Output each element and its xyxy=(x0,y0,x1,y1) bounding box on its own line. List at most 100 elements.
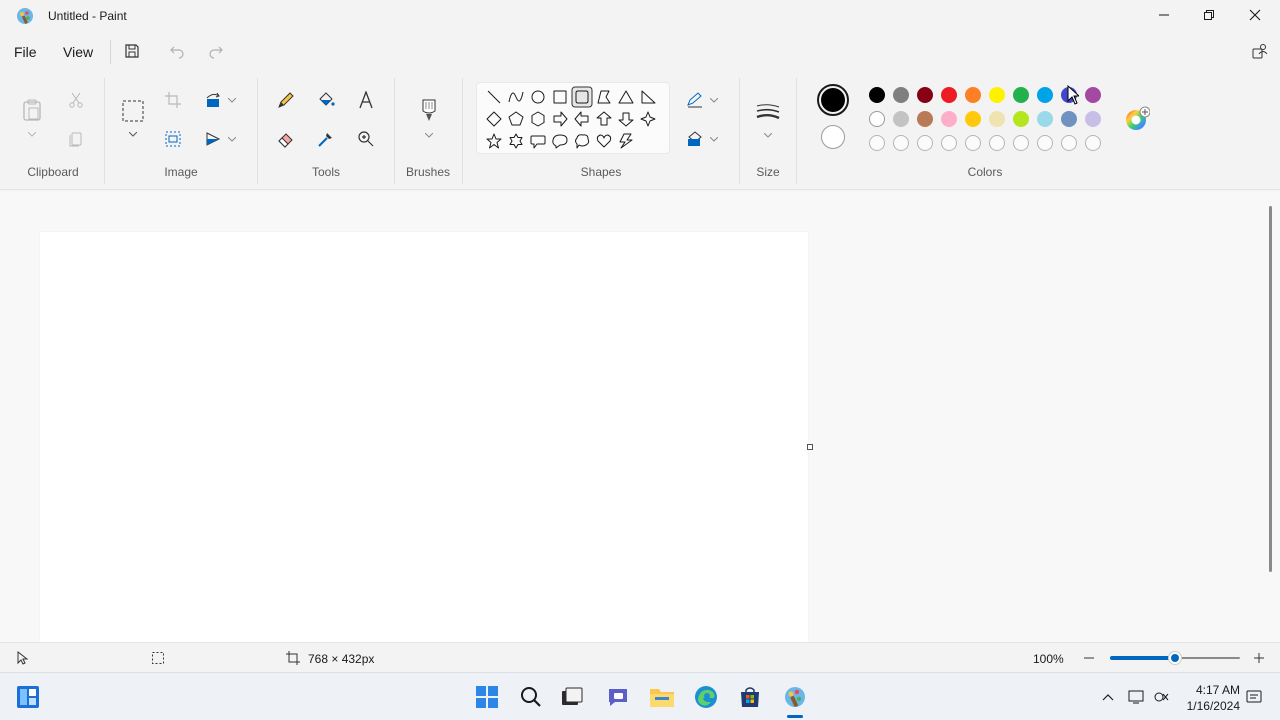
shape-oval-callout-icon[interactable] xyxy=(552,134,568,149)
custom-color-slot[interactable] xyxy=(989,135,1005,151)
text-icon[interactable] xyxy=(355,89,377,111)
size-lines-icon[interactable] xyxy=(754,100,782,124)
color-swatch[interactable] xyxy=(989,111,1005,127)
pencil-icon[interactable] xyxy=(275,89,297,111)
redo-icon[interactable] xyxy=(206,41,226,61)
shape-up-arrow-icon[interactable] xyxy=(596,111,612,126)
flip-icon[interactable] xyxy=(203,129,223,149)
zoom-slider-thumb[interactable] xyxy=(1169,652,1181,664)
search-icon[interactable] xyxy=(517,683,545,711)
select-icon[interactable] xyxy=(120,98,146,124)
rotate-dropdown-chevron-icon[interactable] xyxy=(226,94,238,106)
shape-curve-icon[interactable] xyxy=(508,91,524,103)
close-button[interactable] xyxy=(1232,0,1278,32)
color-picker-icon[interactable] xyxy=(315,128,337,150)
crop-icon[interactable] xyxy=(163,90,183,110)
paste-dropdown-chevron-icon[interactable] xyxy=(24,128,40,140)
shape-polygon-icon[interactable] xyxy=(597,90,611,104)
shape-oval-icon[interactable] xyxy=(531,90,545,104)
account-icon[interactable] xyxy=(1250,41,1270,61)
custom-color-slot[interactable] xyxy=(917,135,933,151)
color-swatch[interactable] xyxy=(941,87,957,103)
secondary-color-swatch[interactable] xyxy=(821,125,845,149)
save-icon[interactable] xyxy=(122,41,142,61)
shape-rounded-callout-icon[interactable] xyxy=(530,135,546,149)
start-icon[interactable] xyxy=(473,683,501,711)
magnifier-icon[interactable] xyxy=(355,128,377,150)
zoom-slider[interactable] xyxy=(1110,652,1240,664)
color-swatch[interactable] xyxy=(1037,87,1053,103)
color-swatch[interactable] xyxy=(1085,87,1101,103)
fill-dropdown-chevron-icon[interactable] xyxy=(708,133,720,145)
shape-line-icon[interactable] xyxy=(487,90,501,104)
shape-left-arrow-icon[interactable] xyxy=(574,111,589,127)
outline-dropdown-chevron-icon[interactable] xyxy=(708,94,720,106)
color-swatch[interactable] xyxy=(989,87,1005,103)
color-swatch[interactable] xyxy=(917,87,933,103)
shape-rectangle-icon[interactable] xyxy=(553,90,567,104)
canvas-resize-handle[interactable] xyxy=(807,444,813,450)
color-swatch[interactable] xyxy=(869,111,885,127)
resize-icon[interactable] xyxy=(163,129,183,149)
color-swatch[interactable] xyxy=(1013,111,1029,127)
flip-dropdown-chevron-icon[interactable] xyxy=(226,133,238,145)
fill-icon[interactable] xyxy=(684,129,706,149)
zoom-out-icon[interactable] xyxy=(1081,650,1097,666)
color-swatch[interactable] xyxy=(893,111,909,127)
widgets-icon[interactable] xyxy=(14,683,42,711)
zoom-in-icon[interactable] xyxy=(1251,650,1267,666)
cut-icon[interactable] xyxy=(66,90,86,110)
color-swatch[interactable] xyxy=(965,111,981,127)
view-menu[interactable]: View xyxy=(63,44,93,60)
shape-hexagon-icon[interactable] xyxy=(531,111,545,127)
network-volume-icon[interactable] xyxy=(1150,683,1174,711)
paste-icon[interactable] xyxy=(20,96,44,124)
outline-icon[interactable] xyxy=(684,90,706,110)
copy-icon[interactable] xyxy=(66,129,86,149)
shape-right-triangle-icon[interactable] xyxy=(641,90,656,104)
drawing-canvas[interactable] xyxy=(40,232,808,642)
shape-heart-icon[interactable] xyxy=(596,134,612,148)
custom-color-slot[interactable] xyxy=(893,135,909,151)
vertical-scrollbar[interactable] xyxy=(1269,206,1272,572)
shape-right-arrow-icon[interactable] xyxy=(553,111,568,127)
zoom-level-text[interactable]: 100% xyxy=(1033,652,1064,666)
shape-rounded-rectangle-icon[interactable] xyxy=(571,86,593,108)
shape-five-point-star-icon[interactable] xyxy=(486,133,502,149)
shape-diamond-icon[interactable] xyxy=(486,111,502,127)
color-swatch[interactable] xyxy=(869,87,885,103)
custom-color-slot[interactable] xyxy=(965,135,981,151)
chevron-up-icon[interactable] xyxy=(1096,683,1120,711)
shape-cloud-callout-icon[interactable] xyxy=(575,134,590,149)
color-swatch[interactable] xyxy=(1061,111,1077,127)
task-view-icon[interactable] xyxy=(558,683,586,711)
teams-chat-icon[interactable] xyxy=(604,683,632,711)
custom-color-slot[interactable] xyxy=(1037,135,1053,151)
shape-triangle-icon[interactable] xyxy=(618,90,634,104)
color-swatch[interactable] xyxy=(1013,87,1029,103)
custom-color-slot[interactable] xyxy=(1013,135,1029,151)
shape-lightning-icon[interactable] xyxy=(619,133,633,149)
file-menu[interactable]: File xyxy=(14,44,37,60)
custom-color-slot[interactable] xyxy=(1061,135,1077,151)
shape-down-arrow-icon[interactable] xyxy=(618,112,634,127)
color-swatch[interactable] xyxy=(1037,111,1053,127)
brushes-dropdown-chevron-icon[interactable] xyxy=(422,129,436,141)
color-swatch[interactable] xyxy=(941,111,957,127)
shape-six-point-star-icon[interactable] xyxy=(509,133,523,149)
primary-color-swatch[interactable] xyxy=(817,84,849,116)
size-dropdown-chevron-icon[interactable] xyxy=(761,129,775,141)
color-swatch[interactable] xyxy=(893,87,909,103)
color-swatch[interactable] xyxy=(917,111,933,127)
restore-button[interactable] xyxy=(1186,0,1232,32)
custom-color-slot[interactable] xyxy=(869,135,885,151)
file-explorer-icon[interactable] xyxy=(648,683,676,711)
shape-pentagon-icon[interactable] xyxy=(508,111,524,126)
shape-four-point-star-icon[interactable] xyxy=(640,111,656,127)
color-swatch[interactable] xyxy=(965,87,981,103)
undo-icon[interactable] xyxy=(167,41,187,61)
microsoft-store-icon[interactable] xyxy=(736,683,764,711)
select-dropdown-chevron-icon[interactable] xyxy=(126,128,140,140)
edit-colors-icon[interactable] xyxy=(1123,105,1151,133)
edge-browser-icon[interactable] xyxy=(692,683,720,711)
